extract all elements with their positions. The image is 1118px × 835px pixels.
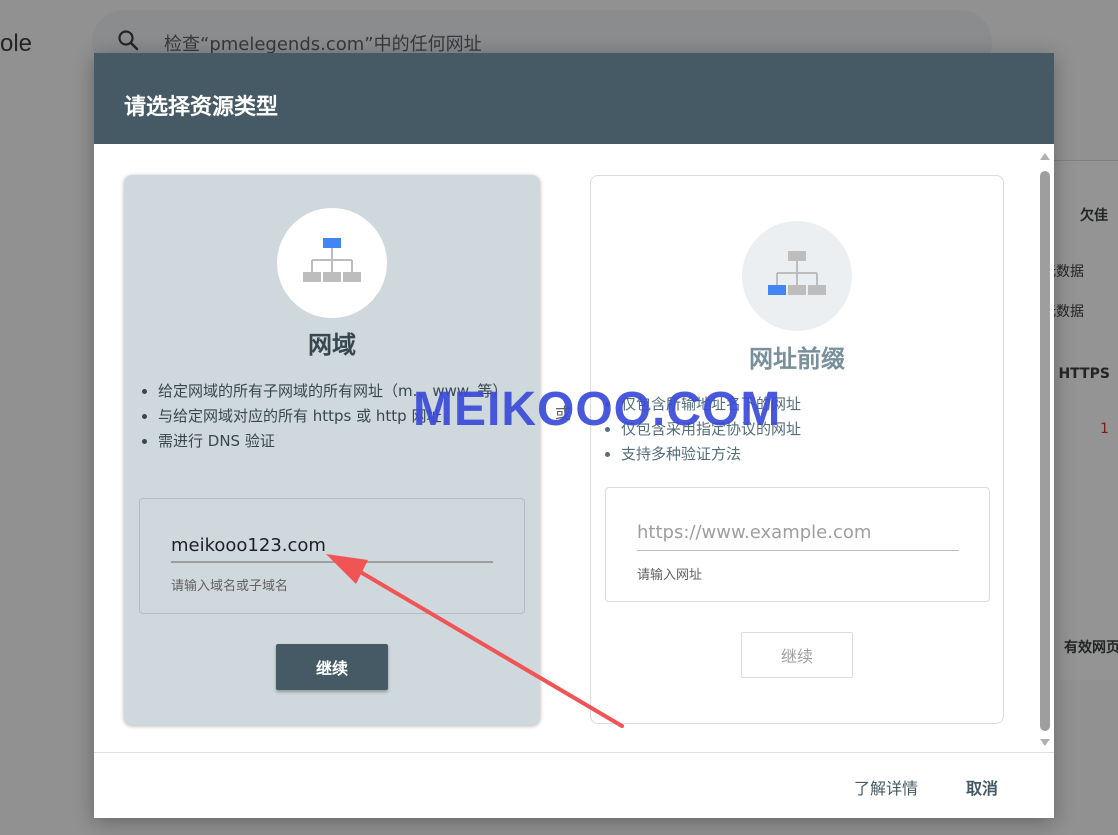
dialog-footer: 了解详情 取消 xyxy=(94,752,1054,818)
domain-continue-button[interactable]: 继续 xyxy=(276,644,388,690)
scroll-thumb[interactable] xyxy=(1040,171,1050,731)
domain-icon-circle xyxy=(277,208,387,318)
prefix-card-title: 网址前缀 xyxy=(749,345,845,373)
domain-property-card[interactable]: 网域 给定网域的所有子网域的所有网址（m.、www. 等） 与给定网域对应的所有… xyxy=(124,175,540,725)
url-input-container: https://www.example.com 请输入网址 xyxy=(605,487,990,602)
input-underline xyxy=(171,561,493,563)
sitemap-icon xyxy=(303,238,361,282)
domain-input-container: meikooo123.com 请输入域名或子域名 xyxy=(139,498,525,614)
url-prefix-property-card[interactable]: 网址前缀 仅包含所输地址名下的网址 仅包含采用指定协议的网址 支持多种验证方法 … xyxy=(590,175,1004,724)
domain-card-title: 网域 xyxy=(308,331,356,359)
dialog-header: 请选择资源类型 xyxy=(94,53,1054,144)
domain-input[interactable]: meikooo123.com xyxy=(171,535,326,556)
dialog-scrollbar[interactable] xyxy=(1039,149,1051,749)
scroll-down-arrow-icon[interactable] xyxy=(1040,739,1050,746)
url-input-hint: 请输入网址 xyxy=(637,568,703,583)
scroll-up-arrow-icon[interactable] xyxy=(1040,153,1050,160)
prefix-icon-circle xyxy=(742,221,852,331)
learn-more-button[interactable]: 了解详情 xyxy=(854,775,918,799)
watermark-text: MEIKOOO.COM xyxy=(413,383,782,436)
list-item: 支持多种验证方法 xyxy=(621,442,973,467)
cancel-button[interactable]: 取消 xyxy=(966,775,998,799)
prefix-continue-button[interactable]: 继续 xyxy=(741,632,853,678)
sitemap-icon xyxy=(768,251,826,295)
url-input[interactable]: https://www.example.com xyxy=(637,522,871,543)
domain-input-hint: 请输入域名或子域名 xyxy=(171,579,289,594)
input-underline xyxy=(637,550,959,551)
dialog-title: 请选择资源类型 xyxy=(124,95,279,120)
